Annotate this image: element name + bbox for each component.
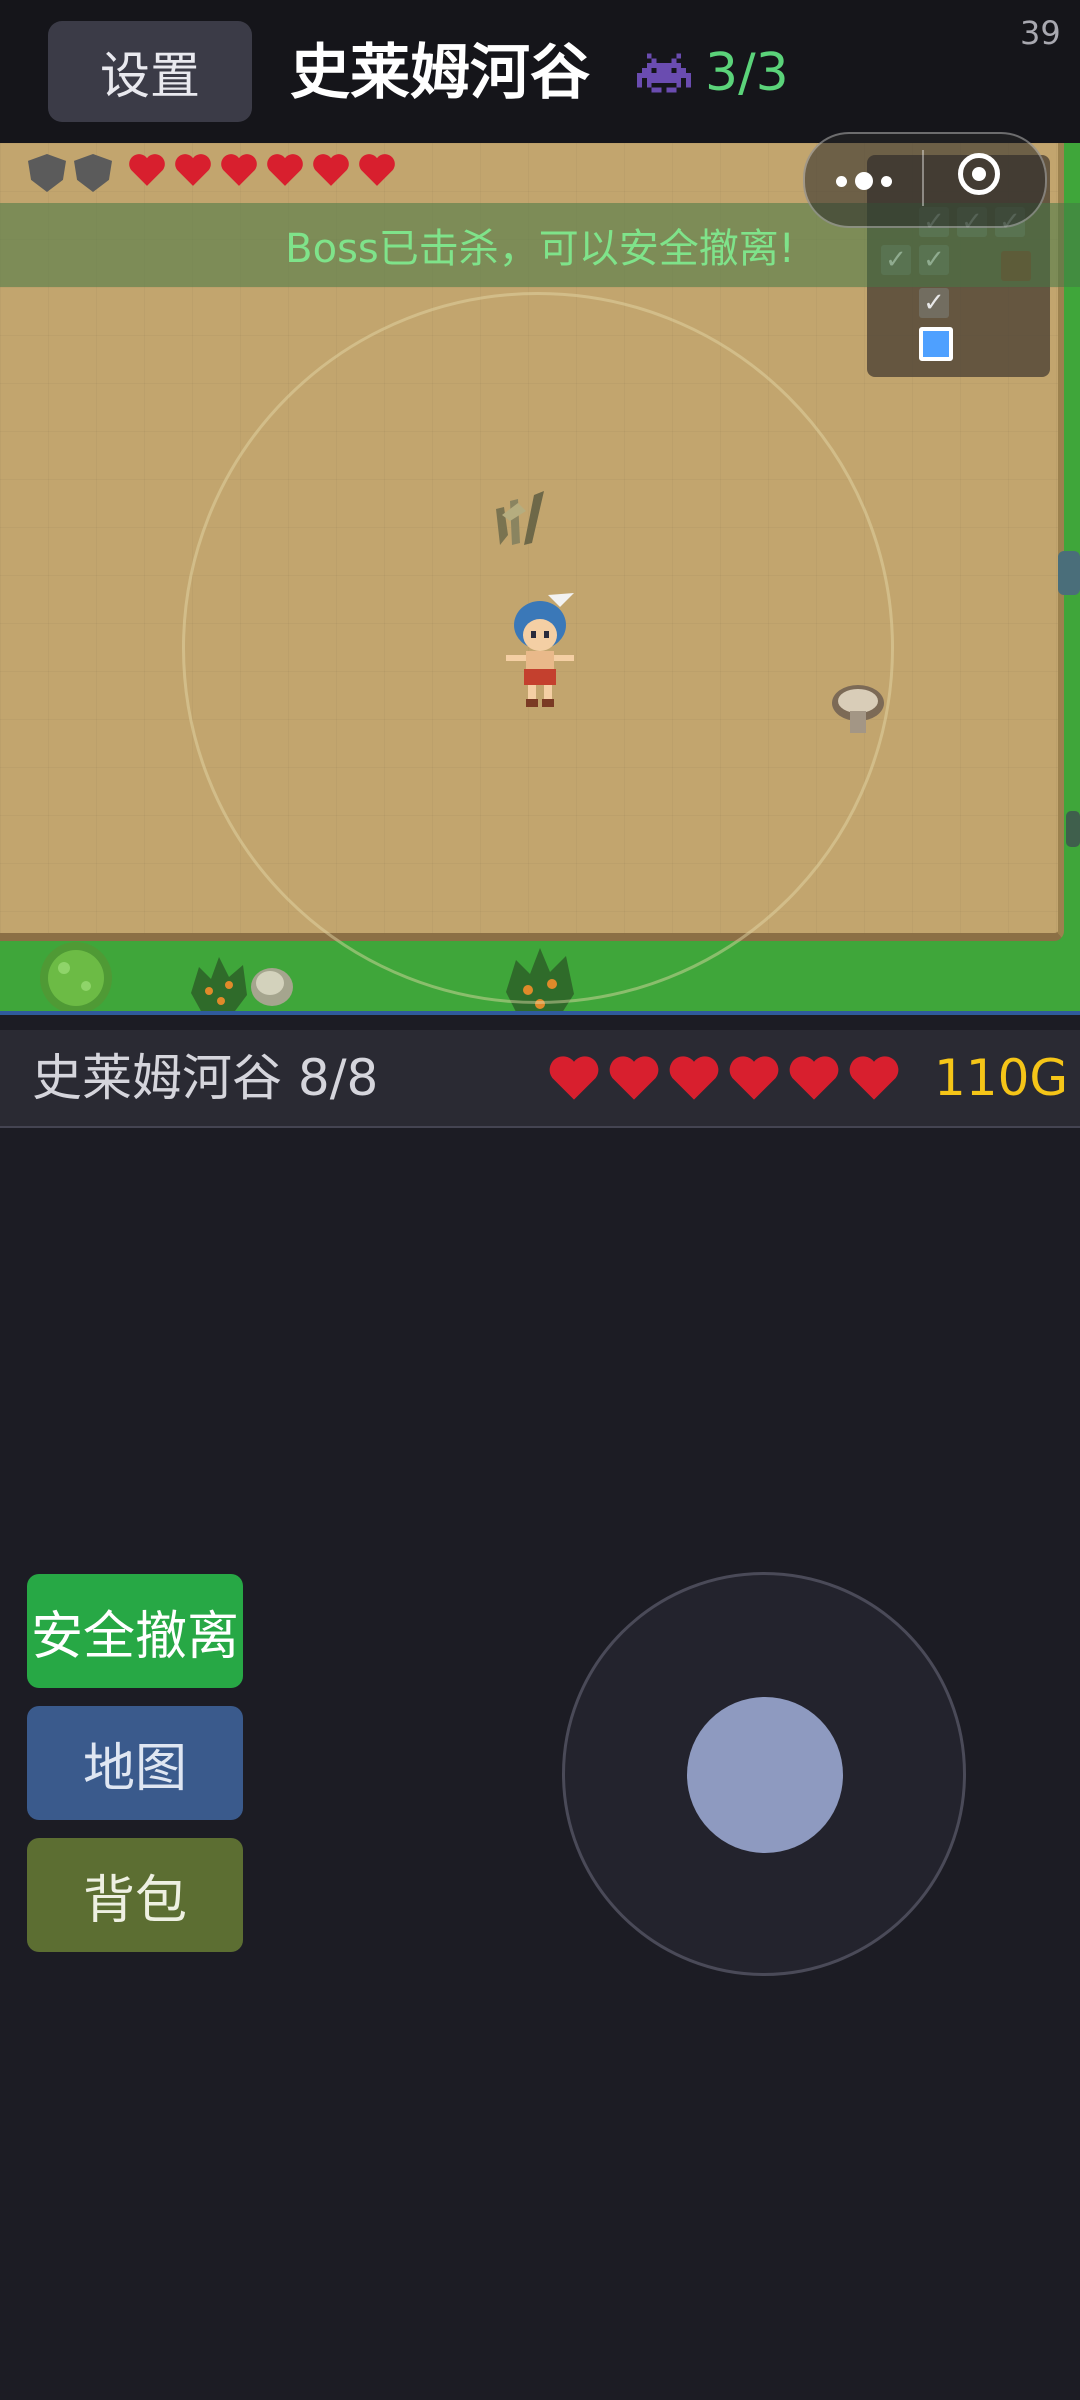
shield-icon xyxy=(74,154,112,192)
level-title: 史莱姆河谷 xyxy=(290,38,590,108)
joystick-knob[interactable] xyxy=(687,1697,843,1853)
minimap-room-current xyxy=(919,327,953,361)
safe-evacuate-button[interactable]: 安全撤离 xyxy=(27,1574,243,1688)
gold-counter: 110G xyxy=(934,1049,1069,1107)
minimap-room-cleared: ✓ xyxy=(919,288,949,318)
heart-icon xyxy=(313,154,349,186)
round-bush-icon xyxy=(40,942,112,1014)
enemy-edge-icon xyxy=(1066,811,1080,847)
heart-icon xyxy=(609,1056,659,1100)
heart-icon xyxy=(729,1056,779,1100)
settings-button[interactable]: 设置 xyxy=(48,21,252,122)
more-menu-icon[interactable] xyxy=(836,172,892,190)
shield-bar xyxy=(28,154,112,192)
heart-icon xyxy=(669,1056,719,1100)
heart-icon xyxy=(221,154,257,186)
hud-health xyxy=(128,152,396,188)
rock-icon xyxy=(251,968,293,1006)
shield-icon xyxy=(28,154,66,192)
level-progress: 史莱姆河谷 8/8 xyxy=(32,1049,379,1107)
status-health xyxy=(548,1054,900,1102)
heart-icon xyxy=(267,154,303,186)
capsule-divider xyxy=(922,150,924,206)
map-button[interactable]: 地图 xyxy=(27,1706,243,1820)
heart-icon xyxy=(175,154,211,186)
heart-icon xyxy=(359,154,395,186)
heart-icon xyxy=(129,154,165,186)
water-strip xyxy=(0,1011,1080,1015)
heart-icon xyxy=(849,1056,899,1100)
space-invader-icon xyxy=(637,53,691,93)
backpack-button[interactable]: 背包 xyxy=(27,1838,243,1952)
fps-counter: 39 xyxy=(1020,14,1061,52)
heart-icon xyxy=(549,1056,599,1100)
heart-icon xyxy=(789,1056,839,1100)
berry-bush-icon xyxy=(191,957,247,1011)
close-target-icon[interactable] xyxy=(958,153,1000,195)
enemy-edge-icon xyxy=(1058,551,1080,595)
enemy-count: 3/3 xyxy=(705,43,789,103)
attack-range-circle xyxy=(182,292,894,1004)
